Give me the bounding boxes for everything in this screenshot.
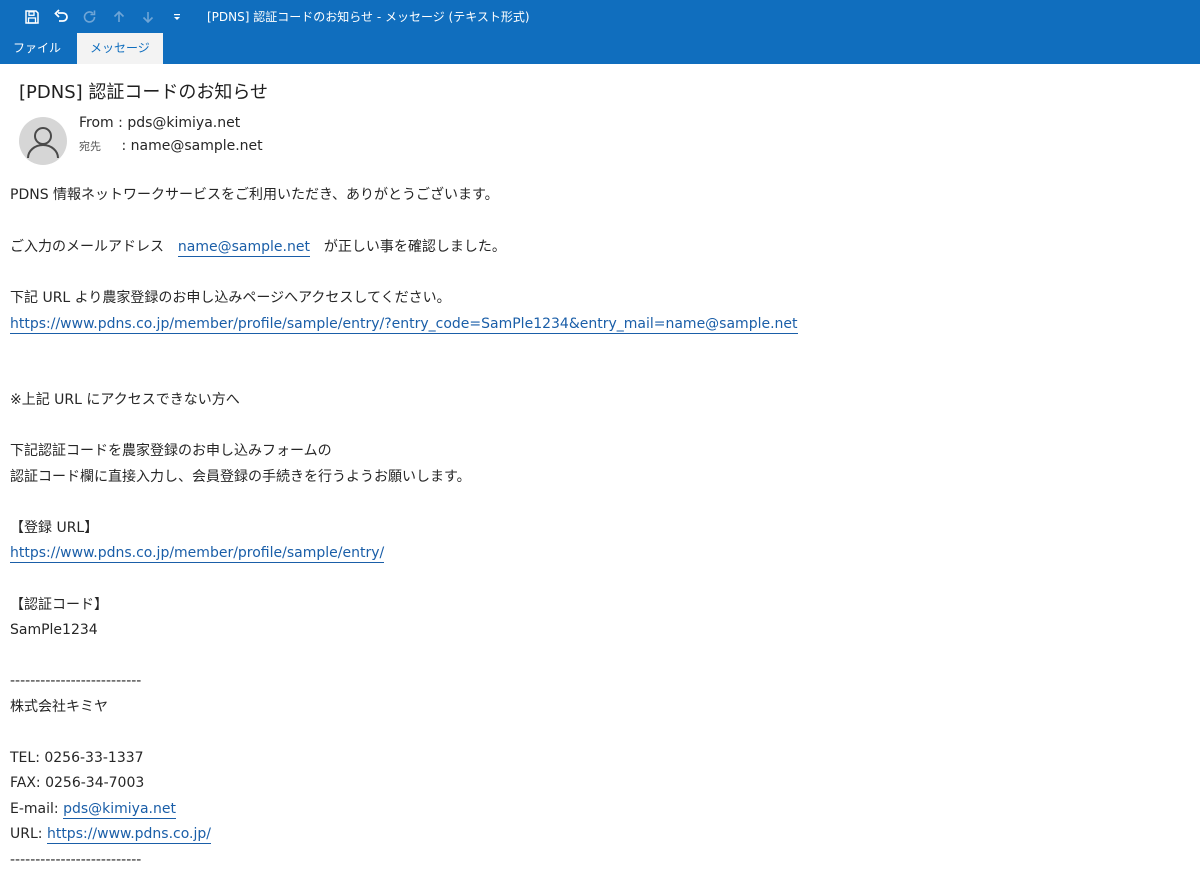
avatar: [19, 117, 67, 165]
signature-separator-top: --------------------------: [10, 673, 142, 689]
confirm-line: ご入力のメールアドレス name@sample.net が正しい事を確認しました…: [10, 237, 506, 257]
email-link[interactable]: pds@kimiya.net: [63, 801, 176, 819]
entry-line: https://www.pdns.co.jp/member/profile/sa…: [10, 314, 798, 334]
website-link[interactable]: https://www.pdns.co.jp/: [46, 826, 212, 844]
save-icon[interactable]: [17, 0, 46, 33]
entry-link[interactable]: https://www.pdns.co.jp/member/profile/sa…: [10, 316, 798, 334]
tab-file[interactable]: ファイル: [0, 33, 74, 64]
customize-toolbar-icon[interactable]: [162, 0, 191, 33]
auth-code: SamPle1234: [10, 622, 98, 638]
quick-access-toolbar: [17, 0, 191, 33]
message-pane: [PDNS] 認証コードのお知らせ From : pds@kimiya.net …: [0, 64, 1200, 875]
note-line: ※上記 URL にアクセスできない方へ: [10, 392, 240, 408]
url-label: URL:: [10, 826, 43, 842]
from-line: From : pds@kimiya.net: [79, 115, 240, 131]
message-subject: [PDNS] 認証コードのお知らせ: [19, 82, 269, 103]
instruction-line-2: 認証コード欄に直接入力し、会員登録の手続きを行うようお願いします。: [10, 469, 471, 485]
to-line: 宛先 : name@sample.net: [79, 138, 263, 154]
email-label: E-mail:: [10, 801, 59, 817]
greeting-line: PDNS 情報ネットワークサービスをご利用いただき、ありがとうございます。: [10, 187, 499, 203]
to-separator: :: [121, 138, 127, 154]
title-bar: [PDNS] 認証コードのお知らせ - メッセージ (テキスト形式): [0, 0, 1200, 33]
arrow-down-icon[interactable]: [133, 0, 162, 33]
redo-icon[interactable]: [75, 0, 104, 33]
person-icon: [27, 127, 59, 159]
confirm-suffix: が正しい事を確認しました。: [323, 239, 506, 255]
arrow-up-icon[interactable]: [104, 0, 133, 33]
instruction-line-1: 下記認証コードを農家登録のお申し込みフォームの: [10, 443, 332, 459]
tel-line: TEL: 0256-33-1337: [10, 750, 144, 766]
to-address[interactable]: name@sample.net: [131, 138, 263, 154]
reg-url-heading: 【登録 URL】: [10, 520, 99, 536]
confirm-prefix: ご入力のメールアドレス: [10, 239, 164, 255]
reg-url-line: https://www.pdns.co.jp/member/profile/sa…: [10, 543, 385, 563]
signature-separator-bottom: --------------------------: [10, 852, 142, 868]
reg-url-link[interactable]: https://www.pdns.co.jp/member/profile/sa…: [10, 545, 385, 563]
access-line: 下記 URL より農家登録のお申し込みページへアクセスしてください。: [10, 290, 451, 306]
email-line: E-mail: pds@kimiya.net: [10, 799, 176, 819]
ribbon-tabs: ファイル メッセージ: [0, 33, 1200, 64]
from-address[interactable]: pds@kimiya.net: [127, 115, 240, 131]
url-line: URL: https://www.pdns.co.jp/: [10, 824, 212, 844]
from-label: From :: [79, 115, 123, 131]
confirm-email-link[interactable]: name@sample.net: [177, 239, 310, 257]
to-label: 宛先: [79, 140, 101, 153]
tab-message[interactable]: メッセージ: [77, 33, 163, 64]
code-heading: 【認証コード】: [10, 597, 108, 613]
fax-line: FAX: 0256-34-7003: [10, 775, 145, 791]
undo-icon[interactable]: [46, 0, 75, 33]
company-name: 株式会社キミヤ: [10, 699, 108, 715]
window-title: [PDNS] 認証コードのお知らせ - メッセージ (テキスト形式): [207, 10, 530, 24]
